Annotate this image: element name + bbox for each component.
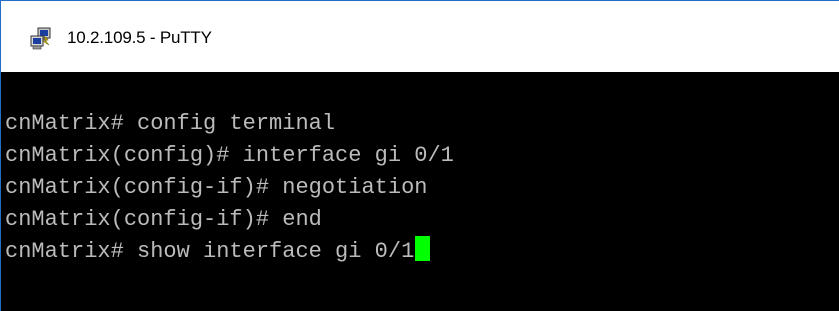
terminal-output: cnMatrix# config terminal cnMatrix(confi… <box>5 108 454 268</box>
terminal-area[interactable]: cnMatrix# config terminal cnMatrix(confi… <box>1 72 839 311</box>
terminal-line: cnMatrix(config-if)# negotiation <box>5 172 454 204</box>
terminal-line: cnMatrix(config-if)# end <box>5 204 454 236</box>
terminal-line-text: cnMatrix# show interface gi 0/1 <box>5 239 415 264</box>
terminal-line-text: cnMatrix(config)# interface gi 0/1 <box>5 143 454 168</box>
title-bar[interactable]: 10.2.109.5 - PuTTY <box>1 1 839 72</box>
terminal-line-current[interactable]: cnMatrix# show interface gi 0/1 <box>5 236 454 268</box>
putty-window: 10.2.109.5 - PuTTY cnMatrix# config term… <box>0 0 839 311</box>
window-title: 10.2.109.5 - PuTTY <box>67 28 212 47</box>
terminal-line: cnMatrix# config terminal <box>5 108 454 140</box>
terminal-line: cnMatrix(config)# interface gi 0/1 <box>5 140 454 172</box>
terminal-line-text: cnMatrix# config terminal <box>5 111 336 136</box>
text-cursor <box>415 236 431 261</box>
terminal-line-text: cnMatrix(config-if)# end <box>5 207 322 232</box>
putty-icon[interactable] <box>29 27 53 51</box>
terminal-line-text: cnMatrix(config-if)# negotiation <box>5 175 428 200</box>
